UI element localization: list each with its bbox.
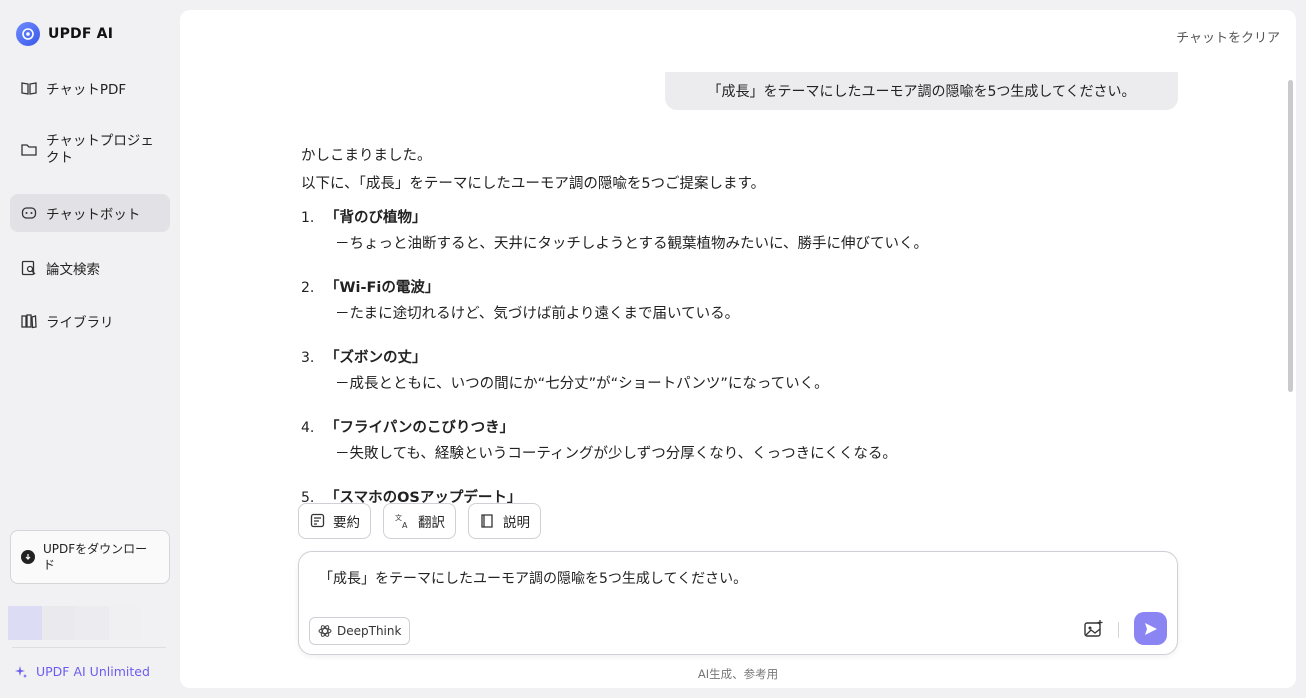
scrollbar[interactable] <box>1288 80 1293 392</box>
sidebar-item-chat-pdf[interactable]: チャットPDF <box>10 74 170 102</box>
chat-panel: チャットをクリア 「成長」をテーマにしたユーモア調の隠喩を5つ生成してください。… <box>180 10 1296 688</box>
list-number: 1. <box>301 210 315 226</box>
app-window: UPDF AI チャットPDF チャットプロジェクト チャットボット 論文検索 … <box>0 0 1306 698</box>
sidebar-divider <box>12 647 166 648</box>
updf-ai-unlimited-link[interactable]: UPDF AI Unlimited <box>14 664 150 679</box>
chat-composer[interactable]: 「成長」をテーマにしたユーモア調の隠喩を5つ生成してください。 DeepThin… <box>298 551 1178 655</box>
list-body: －たまに途切れるけど、気づけば前より遠くまで届いている。 <box>335 306 740 322</box>
user-message-bubble: 「成長」をテーマにしたユーモア調の隠喩を5つ生成してください。 <box>665 72 1178 110</box>
svg-text:A: A <box>402 521 408 530</box>
sidebar-item-paper-search[interactable]: 論文検索 <box>10 254 170 282</box>
image-upload-icon[interactable] <box>1083 618 1105 640</box>
sidebar-item-label: チャットプロジェクト <box>46 133 154 166</box>
svg-text:文: 文 <box>395 513 402 522</box>
sidebar-item-label: 論文検索 <box>46 262 100 278</box>
sparkle-icon <box>15 665 27 678</box>
folder-chat-icon <box>21 144 37 156</box>
list-title: 「ズボンの丈」 <box>325 350 427 366</box>
deepthink-toggle[interactable]: DeepThink <box>309 617 411 645</box>
sidebar-item-chatbot[interactable]: チャットボット <box>10 194 170 232</box>
brand-name: UPDF AI <box>48 26 114 42</box>
explain-icon <box>481 514 493 528</box>
list-item: 1. 「背のび植物」 －ちょっと油断すると、天井にタッチしようとする観葉植物みたい… <box>301 208 1101 272</box>
sidebar-item-label: ライブラリ <box>46 315 114 331</box>
answer-actions: 要約 文A 翻訳 説明 <box>298 503 541 539</box>
clear-chat-button[interactable]: チャットをクリア <box>1176 27 1280 46</box>
ai-disclaimer: AI生成、参考用 <box>697 667 779 681</box>
download-updf-button[interactable]: UPDFをダウンロード <box>10 530 170 584</box>
translate-button[interactable]: 文A 翻訳 <box>383 503 456 539</box>
deepthink-label: DeepThink <box>337 624 402 638</box>
list-body: －成長とともに、いつの間にか“七分丈”が“ショートパンツ”になっていく。 <box>335 376 829 392</box>
list-body: －ちょっと油断すると、天井にタッチしようとする観葉植物みたいに、勝手に伸びていく… <box>335 236 929 252</box>
send-button[interactable] <box>1134 612 1167 645</box>
send-icon <box>1144 622 1157 635</box>
list-title: 「背のび植物」 <box>325 210 427 226</box>
composer-divider <box>1118 622 1119 638</box>
brand[interactable]: UPDF AI <box>16 22 113 46</box>
summary-button[interactable]: 要約 <box>298 503 371 539</box>
explain-label: 説明 <box>503 515 530 531</box>
list-number: 2. <box>301 280 315 296</box>
translate-label: 翻訳 <box>418 515 445 531</box>
list-title: 「フライパンのこびりつき」 <box>325 420 515 436</box>
sidebar: UPDF AI チャットPDF チャットプロジェクト チャットボット 論文検索 … <box>0 0 180 698</box>
list-item: 3. 「ズボンの丈」 －成長とともに、いつの間にか“七分丈”が“ショートパンツ”に… <box>301 348 1101 412</box>
translate-icon: 文A <box>395 513 408 530</box>
sidebar-item-label: チャットPDF <box>46 82 127 98</box>
list-item: 4. 「フライパンのこびりつき」 －失敗しても、経験というコーティングが少しずつ分… <box>301 418 1101 482</box>
doc-search-icon <box>21 260 36 276</box>
user-message-text: 「成長」をテーマにしたユーモア調の隠喩を5つ生成してください。 <box>707 84 1136 100</box>
sidebar-item-library[interactable]: ライブラリ <box>10 307 170 335</box>
explain-button[interactable]: 説明 <box>468 503 541 539</box>
summary-label: 要約 <box>333 515 360 531</box>
download-label: UPDFをダウンロード <box>43 542 148 572</box>
book-chat-icon <box>21 82 37 95</box>
message-input[interactable]: 「成長」をテーマにしたユーモア調の隠喩を5つ生成してください。 <box>319 568 747 588</box>
ai-answer: かしこまりました。 以下に、「成長」をテーマにしたユーモア調の隠喩を5つご提案し… <box>301 146 1101 514</box>
list-number: 3. <box>301 350 315 366</box>
list-title: 「Wi-Fiの電波」 <box>325 280 440 296</box>
list-item: 2. 「Wi-Fiの電波」 －たまに途切れるけど、気づけば前より遠くまで届いている… <box>301 278 1101 342</box>
download-icon <box>21 550 35 564</box>
atom-icon <box>318 625 332 637</box>
summary-icon <box>310 513 325 528</box>
answer-intro: 以下に、「成長」をテーマにしたユーモア調の隠喩を5つご提案します。 <box>301 176 766 192</box>
sidebar-item-label: チャットボット <box>46 207 141 223</box>
answer-intro: かしこまりました。 <box>301 148 432 164</box>
library-icon <box>21 314 37 329</box>
sidebar-item-chat-project[interactable]: チャットプロジェクト <box>10 126 170 174</box>
list-number: 4. <box>301 420 315 436</box>
updf-logo-icon <box>16 22 40 46</box>
unlimited-label: UPDF AI Unlimited <box>36 664 150 679</box>
bot-icon <box>21 207 37 219</box>
account-avatar[interactable] <box>8 606 142 640</box>
list-body: －失敗しても、経験というコーティングが少しずつ分厚くなり、くっつきにくくなる。 <box>335 446 897 462</box>
